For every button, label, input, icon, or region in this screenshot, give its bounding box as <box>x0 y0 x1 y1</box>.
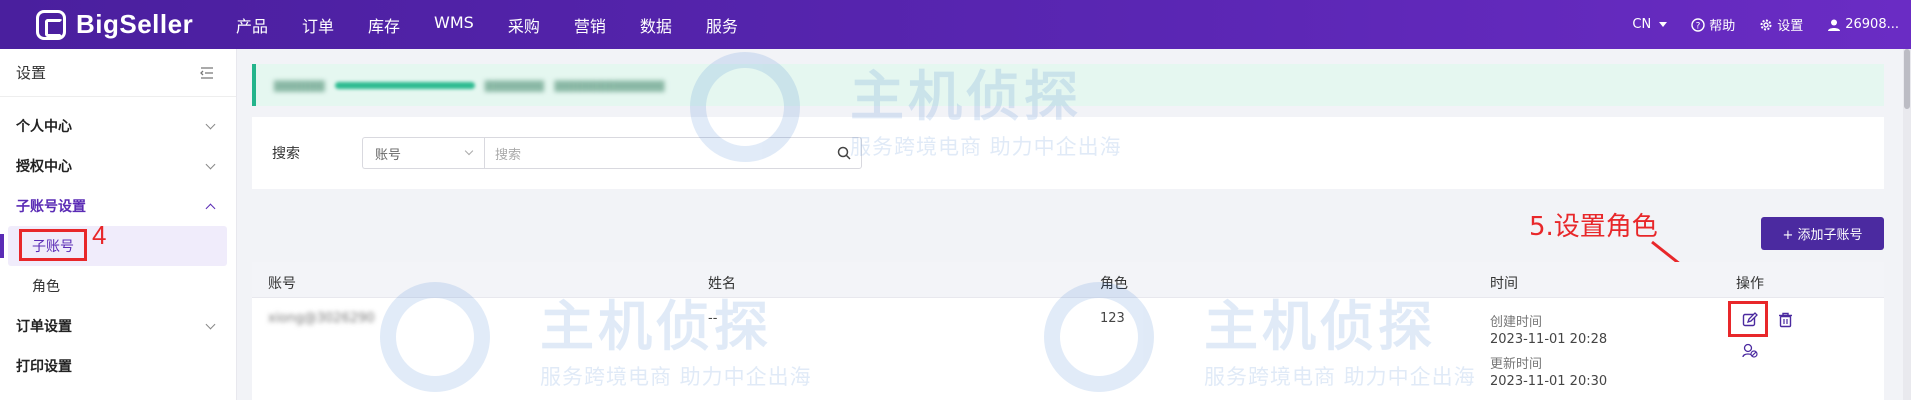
search-placeholder: 搜索 <box>495 147 522 163</box>
user-menu[interactable]: 26908... <box>1827 17 1899 32</box>
role-value: 123 <box>1100 311 1125 326</box>
banner-progress-bar <box>334 81 475 89</box>
info-banner: ▇▇▇▇▇▇ ▇▇▇▇▇▇▇ ▇▇▇▇▇▇▇▇▇▇▇▇▇ <box>252 64 1884 106</box>
account-value: xiong@3026290 <box>268 311 375 326</box>
help-link[interactable]: ? 帮助 <box>1691 15 1735 34</box>
table-header <box>252 262 1884 298</box>
search-field-select[interactable]: 账号 <box>362 137 484 169</box>
language-label: CN <box>1632 17 1652 32</box>
sidebar-header: 设置 <box>0 49 236 97</box>
sidebar-group-personal[interactable]: 个人中心 <box>0 106 236 146</box>
chevron-down-icon <box>205 319 216 329</box>
search-label: 搜索 <box>272 146 300 162</box>
name-value: -- <box>708 311 718 326</box>
nav-marketing[interactable]: 营销 <box>574 13 606 37</box>
subaccount-table: 账号 姓名 角色 时间 操作 xiong@3026290 -- 123 创建时间… <box>252 262 1884 400</box>
created-label: 创建时间 <box>1490 315 1543 330</box>
annotation-number-4: 4 <box>92 220 107 250</box>
banner-text-blurred: ▇▇▇▇▇▇ <box>274 78 325 92</box>
settings-label: 设置 <box>1777 19 1804 34</box>
trash-icon[interactable] <box>1778 312 1793 328</box>
sidebar-item-label: 角色 <box>32 279 60 295</box>
chevron-up-icon <box>205 203 216 213</box>
help-label: 帮助 <box>1709 19 1736 34</box>
logo[interactable]: BigSeller <box>36 9 236 40</box>
gear-icon <box>1760 19 1772 30</box>
chevron-down-icon <box>205 159 216 169</box>
sidebar-group-order[interactable]: 订单设置 <box>0 306 236 346</box>
banner-text-blurred: ▇▇▇▇▇▇▇ ▇▇▇▇▇▇▇▇▇▇▇▇▇ <box>484 78 665 92</box>
active-indicator <box>0 234 4 258</box>
created-time: 2023-11-01 20:28 <box>1490 332 1608 347</box>
nav-purchase[interactable]: 采购 <box>508 13 540 37</box>
sidebar-group-subaccount[interactable]: 子账号设置 <box>0 186 236 226</box>
add-subaccount-button[interactable]: + 添加子账号 <box>1761 217 1884 250</box>
user-id: 26908... <box>1845 17 1899 32</box>
search-icon[interactable] <box>837 146 851 160</box>
user-icon <box>1828 19 1841 31</box>
search-input[interactable]: 搜索 <box>484 137 862 169</box>
chevron-down-icon <box>205 119 216 129</box>
nav-data[interactable]: 数据 <box>640 13 672 37</box>
disable-account-icon[interactable] <box>1742 343 1758 359</box>
sidebar-group-label: 订单设置 <box>16 319 72 335</box>
column-name: 姓名 <box>708 276 736 292</box>
sidebar-item-role[interactable]: 角色 <box>0 266 236 306</box>
sidebar-group-label: 子账号设置 <box>16 199 86 215</box>
page-scrollbar[interactable] <box>1903 49 1911 400</box>
sidebar-group-print[interactable]: 打印设置 <box>0 346 236 386</box>
search-panel: 搜索 账号 搜索 <box>252 117 1884 189</box>
top-navbar: BigSeller 产品 订单 库存 WMS 采购 营销 数据 服务 CN ? … <box>0 0 1911 49</box>
nav-products[interactable]: 产品 <box>236 13 268 37</box>
annotation-box-subaccount <box>19 229 87 261</box>
nav-service[interactable]: 服务 <box>706 13 738 37</box>
collapse-menu-icon[interactable] <box>200 66 214 79</box>
scrollbar-thumb[interactable] <box>1904 49 1910 109</box>
main-nav: 产品 订单 库存 WMS 采购 营销 数据 服务 <box>236 13 772 37</box>
svg-text:?: ? <box>1696 21 1701 31</box>
bigseller-logo-icon <box>36 9 66 40</box>
annotation-box-edit <box>1728 301 1768 337</box>
sidebar-group-auth[interactable]: 授权中心 <box>0 146 236 186</box>
select-value: 账号 <box>375 147 402 163</box>
nav-wms[interactable]: WMS <box>434 13 474 37</box>
caret-down-icon <box>1659 22 1668 27</box>
sidebar-group-label: 打印设置 <box>16 359 72 375</box>
nav-inventory[interactable]: 库存 <box>368 13 400 37</box>
column-actions: 操作 <box>1736 276 1764 292</box>
help-icon: ? <box>1691 17 1705 32</box>
column-role: 角色 <box>1100 276 1128 292</box>
column-account: 账号 <box>268 276 296 292</box>
settings-sidebar: 设置 个人中心 授权中心 子账号设置 子账号 角色 订单设置 打印设置 <box>0 49 237 400</box>
sidebar-title: 设置 <box>16 64 47 82</box>
updated-label: 更新时间 <box>1490 357 1543 372</box>
settings-link[interactable]: 设置 <box>1759 15 1803 34</box>
sidebar-group-label: 授权中心 <box>16 159 72 175</box>
updated-time: 2023-11-01 20:30 <box>1490 374 1608 389</box>
chevron-down-icon <box>464 146 474 156</box>
topbar-right: CN ? 帮助 设置 26908... <box>1608 0 1899 49</box>
language-selector[interactable]: CN <box>1632 17 1668 32</box>
logo-text: BigSeller <box>76 9 194 39</box>
sidebar-group-label: 个人中心 <box>16 119 72 135</box>
nav-orders[interactable]: 订单 <box>302 13 334 37</box>
column-time: 时间 <box>1490 276 1518 292</box>
annotation-set-role: 5.设置角色 <box>1529 212 1658 242</box>
